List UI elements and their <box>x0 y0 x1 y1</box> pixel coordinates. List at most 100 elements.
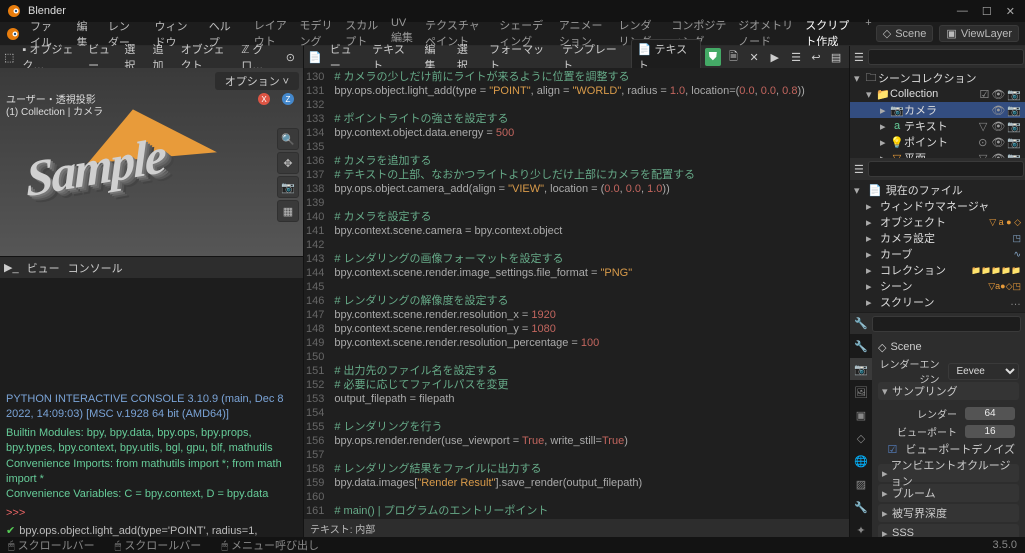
cf-collections[interactable]: ▸コレクション📁📁📁📁📁 <box>854 262 1021 278</box>
console-conv-vars: Convenience Variables: C = bpy.context, … <box>6 487 297 502</box>
viewlayer-name: ViewLayer <box>961 28 1012 40</box>
cf-objects[interactable]: ▸オブジェクト▽ a ● ◇ <box>854 214 1021 230</box>
tab-scene[interactable]: ◇ <box>850 427 872 449</box>
console-menu-view[interactable]: ビュー <box>27 260 60 276</box>
cf-screens[interactable]: ▸スクリーン… <box>854 294 1021 310</box>
panel-0[interactable]: ▸アンビエントオクルージョン <box>878 464 1019 482</box>
code-editor[interactable]: 1301311321331341351361371381391401411421… <box>304 68 849 519</box>
properties-content: ◇ Scene レンダーエンジン Eevee ▾サンプリング レンダー 64 ビュ… <box>872 334 1025 537</box>
eye-icon[interactable]: 👁 <box>991 136 1005 149</box>
render-engine-label: レンダーエンジン <box>878 356 944 386</box>
viewlayer-icon: ▣ <box>946 27 956 40</box>
scene-icon: ◇ <box>883 27 891 40</box>
outliner-header: ☰ ▽ <box>850 46 1025 68</box>
exclude-checkbox[interactable]: ☑ <box>979 88 989 101</box>
editor-type-icon[interactable]: ⬚ <box>4 51 14 64</box>
properties-editor-icon[interactable]: 🔧 <box>854 317 868 330</box>
minimize-button[interactable]: — <box>957 5 968 18</box>
close-button[interactable]: ✕ <box>1006 5 1015 18</box>
properties-header: 🔧 <box>850 312 1025 334</box>
viewport-3d[interactable]: ⬚ ▪ オブジェク… ビュー 選択 追加 オブジェクト ℤ グロ… ⊙ Samp… <box>0 46 303 256</box>
panel-3[interactable]: ▸SSS <box>878 524 1019 537</box>
console-editor-icon[interactable]: ▶_ <box>4 261 19 274</box>
syntax-icon[interactable]: ▤ <box>827 48 845 66</box>
status-mid: 🖱 メニュー呼び出し <box>221 537 319 553</box>
wrap-icon[interactable]: ↩ <box>807 48 825 66</box>
camera-icon[interactable]: 📷 <box>1007 104 1021 117</box>
cf-scenes[interactable]: ▸シーン▽a●◇◳ <box>854 278 1021 294</box>
console-menu-console[interactable]: コンソール <box>68 260 123 276</box>
console-conv-imports: Convenience Imports: from mathutils impo… <box>6 457 297 488</box>
tab-output[interactable]: 🖼 <box>850 381 872 403</box>
outliner-scene-collection[interactable]: ▾🗀 シーンコレクション <box>850 70 1025 86</box>
render-samples-label: レンダー <box>882 406 961 421</box>
camera-icon[interactable]: 📷 <box>1007 88 1021 101</box>
outliner-collection[interactable]: ▾📁 Collection ☑👁📷 <box>850 86 1025 102</box>
blender-icon[interactable] <box>6 27 20 41</box>
camera-icon[interactable]: 📷 <box>1007 120 1021 133</box>
eye-icon[interactable]: 👁 <box>991 88 1005 101</box>
outliner: ▾🗀 シーンコレクション ▾📁 Collection ☑👁📷 ▸📷 カメラ 👁📷… <box>850 68 1025 158</box>
panel-sampling[interactable]: ▾サンプリング <box>878 382 1019 400</box>
scene-name: Scene <box>895 28 926 40</box>
pivot-icon[interactable]: ⊙ <box>282 51 299 64</box>
scene-label-row: ◇ Scene <box>878 338 1019 356</box>
tab-tool[interactable]: 🔧 <box>850 335 872 357</box>
camera-icon[interactable]: 📷 <box>1007 136 1021 149</box>
cf-header[interactable]: ▾📄現在のファイル <box>854 182 1021 198</box>
statusbar: 🖱 スクロールバー 🖱 スクロールバー 🖱 メニュー呼び出し 3.5.0 <box>0 537 1025 553</box>
render-engine-select[interactable]: Eevee <box>948 363 1020 380</box>
tab-object[interactable]: ▨ <box>850 473 872 495</box>
persp-icon[interactable]: ▦ <box>277 200 299 222</box>
version-label: 3.5.0 <box>993 539 1017 551</box>
tab-render[interactable]: 📷 <box>850 358 872 380</box>
status-left-2: 🖱 スクロールバー <box>115 537 202 553</box>
blender-logo-icon <box>6 3 22 19</box>
cf-curves[interactable]: ▸カーブ∿ <box>854 246 1021 262</box>
console-intro: PYTHON INTERACTIVE CONSOLE 3.10.9 (main,… <box>6 392 297 423</box>
outliner-search[interactable] <box>868 49 1024 65</box>
eye-icon[interactable]: 👁 <box>991 104 1005 117</box>
tab-world[interactable]: 🌐 <box>850 450 872 472</box>
text-editor-header: 📄 ビュー テキスト 編集 選択 フォーマット テンプレート 📄 テキスト ⛊ … <box>304 46 849 68</box>
outliner-light[interactable]: ▸💡 ポイント⊙ 👁📷 <box>850 134 1025 150</box>
cf-wm[interactable]: ▸ウィンドウマネージャ <box>854 198 1021 214</box>
outliner-text[interactable]: ▸a テキスト▽ 👁📷 <box>850 118 1025 134</box>
new-text-icon[interactable]: 🗎 <box>725 48 742 66</box>
console-builtins: Builtin Modules: bpy, bpy.data, bpy.ops,… <box>6 426 297 457</box>
camera-icon[interactable]: 📷 <box>277 176 299 198</box>
viewport-samples-value[interactable]: 16 <box>965 425 1015 438</box>
vp-options-button[interactable]: オプション ˅ <box>215 72 299 90</box>
viewport-samples-label: ビューポート <box>882 424 961 439</box>
file-search[interactable] <box>868 161 1024 177</box>
outliner-plane[interactable]: ▸▽ 平面▽ 👁📷 <box>850 150 1025 158</box>
text-editor-footer: テキスト: 内部 <box>304 519 849 537</box>
zoom-icon[interactable]: 🔍 <box>277 128 299 150</box>
scene-selector[interactable]: ◇ Scene <box>876 25 934 42</box>
console-header: ▶_ ビュー コンソール <box>0 256 303 278</box>
panel-2[interactable]: ▸被写界深度 <box>878 504 1019 522</box>
denoise-checkbox[interactable]: ☑ <box>887 443 897 456</box>
outliner-editor-icon[interactable]: ☰ <box>854 163 864 176</box>
run-script-icon[interactable]: ▶ <box>766 48 783 66</box>
tab-modifier[interactable]: 🔧 <box>850 496 872 518</box>
maximize-button[interactable]: ☐ <box>982 5 992 18</box>
scene-icon: ◇ <box>878 341 886 354</box>
eye-icon[interactable]: 👁 <box>991 120 1005 133</box>
properties-search[interactable] <box>872 316 1021 332</box>
python-console[interactable]: PYTHON INTERACTIVE CONSOLE 3.10.9 (main,… <box>0 278 303 537</box>
viewlayer-selector[interactable]: ▣ ViewLayer <box>939 25 1019 42</box>
unlink-icon[interactable]: ✕ <box>746 48 763 66</box>
outliner-editor-icon[interactable]: ☰ <box>854 51 864 64</box>
render-samples-value[interactable]: 64 <box>965 407 1015 420</box>
outliner-camera[interactable]: ▸📷 カメラ 👁📷 <box>850 102 1025 118</box>
tab-viewlayer[interactable]: ▣ <box>850 404 872 426</box>
text-editor-icon[interactable]: 📄 <box>308 51 322 64</box>
line-nums-icon[interactable]: ☰ <box>787 48 805 66</box>
tab-particle[interactable]: ✦ <box>850 519 872 537</box>
shield-icon[interactable]: ⛊ <box>705 48 722 66</box>
current-file-panel: ▾📄現在のファイル ▸ウィンドウマネージャ ▸オブジェクト▽ a ● ◇ ▸カメ… <box>850 180 1025 312</box>
move-icon[interactable]: ✥ <box>277 152 299 174</box>
cf-cameras[interactable]: ▸カメラ設定◳ <box>854 230 1021 246</box>
properties-tabs: 🔧 📷 🖼 ▣ ◇ 🌐 ▨ 🔧 ✦ ⚛ 🔗 📊 ● <box>850 334 872 537</box>
